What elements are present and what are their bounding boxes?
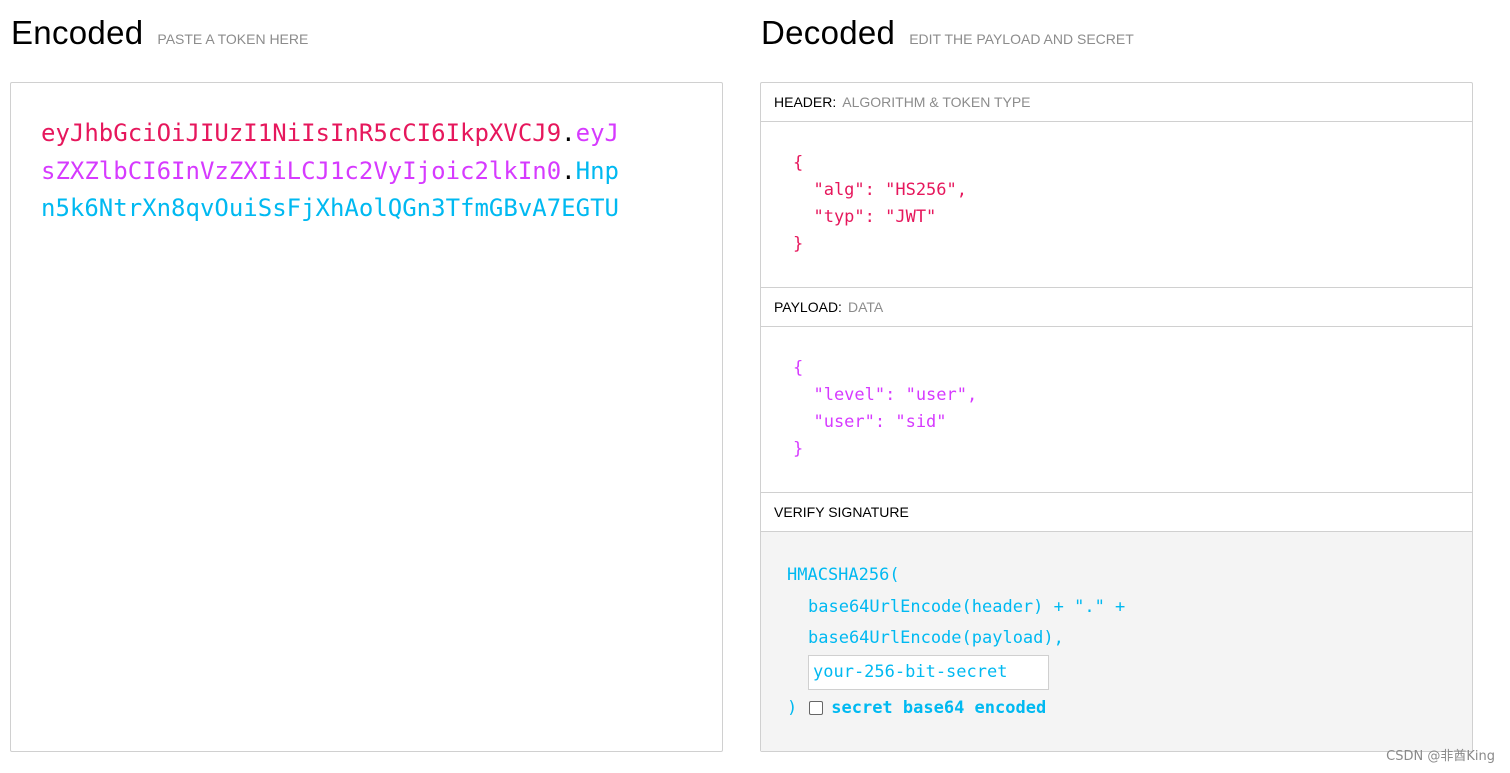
encoded-token-editor[interactable]: eyJhbGciOiJIUzI1NiIsInR5cCI6IkpXVCJ9.eyJ… [10,82,723,752]
json-line: "typ": "JWT" [793,207,937,227]
payload-section-heading: PAYLOAD: DATA [761,288,1472,327]
json-line: "level": "user", [793,385,978,405]
encoded-title: Encoded [11,14,144,51]
header-encode-line: base64UrlEncode(header) + "." + [808,596,1126,617]
token-header-part: eyJhbGciOiJIUzI1NiIsInR5cCI6IkpXVCJ9 [41,119,562,147]
decoded-heading: Decoded EDIT THE PAYLOAD AND SECRET [761,14,1134,52]
encoded-token[interactable]: eyJhbGciOiJIUzI1NiIsInR5cCI6IkpXVCJ9.eyJ… [41,115,631,228]
payload-json-editor[interactable]: { "level": "user", "user": "sid" } [761,327,1472,493]
secret-base64-label[interactable]: secret base64 encoded [831,698,1046,718]
payload-encode-line: base64UrlEncode(payload), [808,628,1064,648]
json-line: { [793,358,804,378]
watermark: CSDN @非酋King [1386,749,1495,764]
header-json-editor[interactable]: { "alg": "HS256", "typ": "JWT" } [761,122,1472,288]
payload-section-label: PAYLOAD: [774,299,842,315]
json-line: "alg": "HS256", [793,180,967,200]
decoded-subtitle: EDIT THE PAYLOAD AND SECRET [909,31,1134,47]
decoded-panel: HEADER: ALGORITHM & TOKEN TYPE { "alg": … [760,82,1473,752]
json-line: } [793,439,804,459]
close-paren: ) [787,697,798,718]
header-section-desc: ALGORITHM & TOKEN TYPE [842,94,1031,110]
json-line: } [793,234,804,254]
encoded-subtitle: PASTE A TOKEN HERE [157,31,309,47]
decoded-title: Decoded [761,14,896,51]
payload-section-desc: DATA [847,299,884,315]
hmac-function: HMACSHA256( [787,565,900,585]
verify-close-row: ) secret base64 encoded [787,691,1472,725]
json-line: { [793,153,804,173]
header-section-heading: HEADER: ALGORITHM & TOKEN TYPE [761,83,1472,122]
secret-input[interactable] [808,654,1049,690]
token-dot: . [561,119,576,147]
verify-signature-body: HMACSHA256( base64UrlEncode(header) + ".… [761,532,1472,751]
secret-base64-checkbox[interactable] [809,700,824,715]
verify-section-heading: VERIFY SIGNATURE [761,493,1472,532]
json-line: "user": "sid" [793,412,947,432]
verify-section-label: VERIFY SIGNATURE [774,504,909,520]
encoded-heading: Encoded PASTE A TOKEN HERE [11,14,308,52]
header-section-label: HEADER: [774,94,837,110]
token-dot: . [561,156,576,185]
